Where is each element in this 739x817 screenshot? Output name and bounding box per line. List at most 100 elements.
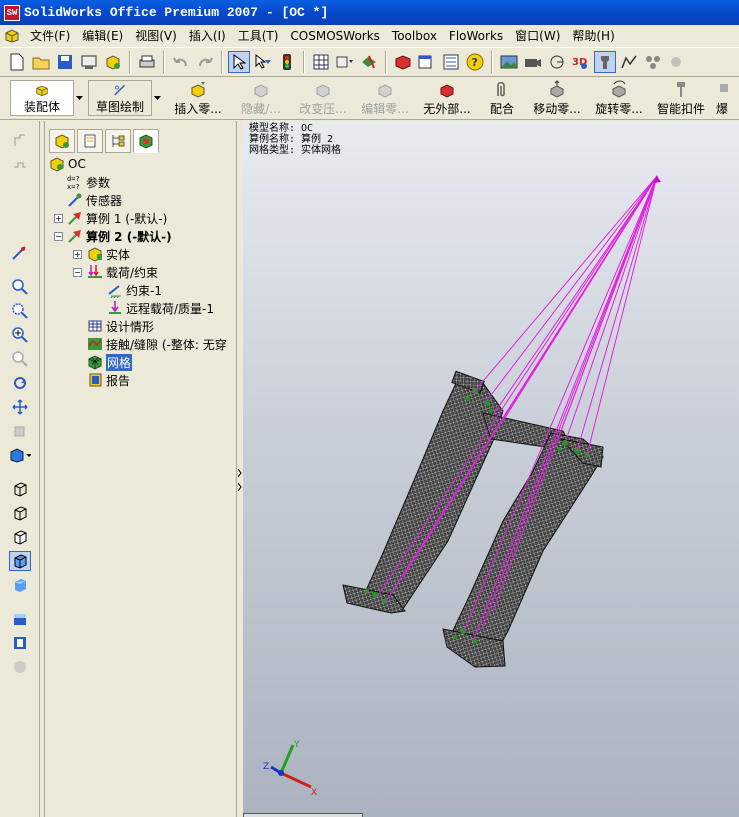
toolbar-separator: [491, 51, 493, 73]
extra-toolbar-icon[interactable]: [666, 51, 688, 73]
study1-expand-icon[interactable]: +: [54, 214, 63, 223]
toolbox-icon[interactable]: [594, 51, 616, 73]
menu-cosmosworks[interactable]: COSMOSWorks: [284, 29, 386, 43]
properties-icon[interactable]: [334, 51, 356, 73]
print-preview-icon[interactable]: [78, 51, 100, 73]
rotate-component-button[interactable]: 旋转零...: [588, 78, 650, 118]
smart-fasteners-button[interactable]: 智能扣件: [650, 78, 712, 118]
make-assembly-icon[interactable]: [102, 51, 124, 73]
no-external-references-button[interactable]: 无外部...: [416, 78, 478, 118]
tree-node-root[interactable]: OC: [49, 155, 86, 173]
insert-component-label: 插入零...: [174, 102, 222, 116]
view-orientation-icon[interactable]: [9, 445, 31, 465]
menu-tools[interactable]: 工具(T): [232, 27, 285, 44]
view-display-mode-icon[interactable]: [9, 633, 31, 653]
hidden-lines-visible-icon[interactable]: [9, 503, 31, 523]
3d-drawing-view-icon[interactable]: [9, 421, 31, 441]
tree-node-study2[interactable]: 算例 2 (-默认-): [67, 227, 172, 245]
contact-gap-icon: [87, 336, 103, 352]
menu-insert[interactable]: 插入(I): [183, 27, 232, 44]
menu-window[interactable]: 窗口(W): [509, 27, 566, 44]
menu-edit[interactable]: 编辑(E): [76, 27, 129, 44]
smart-mates-icon[interactable]: [358, 51, 380, 73]
save-icon[interactable]: [54, 51, 76, 73]
hide-show-button[interactable]: 隐藏/...: [230, 78, 292, 118]
graphics-viewport[interactable]: 模型名称: OC 算例名称: 算例 2 网格类型: 实体网格 X Y Z: [243, 121, 739, 817]
tab-feature-manager[interactable]: [49, 129, 75, 153]
tree-node-design-scenario[interactable]: 设计情形: [87, 317, 154, 335]
redo-icon[interactable]: [194, 51, 216, 73]
shaded-with-edges-icon[interactable]: [8, 551, 31, 571]
undo-icon[interactable]: [170, 51, 192, 73]
menu-floworks[interactable]: FloWorks: [443, 29, 509, 43]
help-icon[interactable]: ?: [464, 51, 486, 73]
exploded-view-button[interactable]: 爆: [712, 78, 732, 118]
3d-instant-website-icon[interactable]: 3D: [570, 51, 592, 73]
standard-views-icon[interactable]: [9, 243, 31, 263]
grid-options-icon[interactable]: [310, 51, 332, 73]
solidworks-logo-icon[interactable]: SW: [4, 4, 20, 21]
change-suppression-button[interactable]: 改变压...: [292, 78, 354, 118]
assembly-tab-button[interactable]: 装配体: [10, 80, 74, 116]
solidworks-menu-icon[interactable]: [4, 28, 20, 43]
rotate-view-icon[interactable]: [9, 373, 31, 393]
realview-icon[interactable]: [9, 657, 31, 677]
tree-node-restraint1[interactable]: 约束-1: [107, 281, 162, 299]
solids-expand-icon[interactable]: +: [73, 250, 82, 259]
tree-node-solids[interactable]: 实体: [87, 245, 130, 263]
cosmos-analysis-icon[interactable]: [618, 51, 640, 73]
move-component-button[interactable]: 移动零...: [526, 78, 588, 118]
tree-node-study1[interactable]: 算例 1 (-默认-): [67, 209, 167, 227]
menu-toolbox[interactable]: Toolbox: [386, 29, 443, 43]
menu-help[interactable]: 帮助(H): [566, 27, 620, 44]
select-arrow-icon[interactable]: [228, 51, 250, 73]
cosmos-study-icon[interactable]: [392, 51, 414, 73]
wireframe-icon[interactable]: [9, 479, 31, 499]
tab-property-manager[interactable]: [77, 129, 103, 153]
photoworks-render-icon[interactable]: [498, 51, 520, 73]
animation-icon[interactable]: [546, 51, 568, 73]
no-external-references-label: 无外部...: [423, 102, 471, 116]
zoom-to-selection-icon[interactable]: [9, 349, 31, 369]
tree-node-loads[interactable]: 载荷/约束: [87, 263, 158, 281]
menu-view[interactable]: 视图(V): [129, 27, 183, 44]
rebuild-traffic-light-icon[interactable]: [276, 51, 298, 73]
shaded-icon[interactable]: [9, 575, 31, 595]
pan-view-icon[interactable]: [9, 397, 31, 417]
select-filter-icon[interactable]: [252, 51, 274, 73]
sketch-tab-button[interactable]: 草图绘制: [88, 80, 152, 116]
loads-collapse-icon[interactable]: −: [73, 268, 82, 277]
view-layout-icon[interactable]: [416, 51, 438, 73]
zoom-to-fit-icon[interactable]: [9, 277, 31, 297]
sketch-dropdown[interactable]: [152, 80, 162, 116]
hidden-lines-removed-icon[interactable]: [9, 527, 31, 547]
design-checker-icon[interactable]: [642, 51, 664, 73]
camera-icon[interactable]: [522, 51, 544, 73]
tree-node-contact[interactable]: 接触/缝隙 (-整体: 无穿: [87, 335, 227, 353]
tree-node-report[interactable]: 报告: [87, 371, 130, 389]
tree-solids-label: 实体: [106, 247, 131, 262]
task-list-icon[interactable]: [440, 51, 462, 73]
tab-configuration-manager[interactable]: [105, 129, 131, 153]
tab-cosmosworks-manager[interactable]: [133, 129, 159, 153]
sketch-step-icon[interactable]: [9, 155, 31, 175]
menu-file[interactable]: 文件(F): [24, 27, 76, 44]
tree-node-params[interactable]: d=? x=? 参数: [67, 173, 110, 191]
section-view-icon[interactable]: [9, 609, 31, 629]
assembly-dropdown[interactable]: [74, 80, 84, 116]
viewport-tab-strip[interactable]: [243, 813, 363, 817]
open-folder-icon[interactable]: [30, 51, 52, 73]
parameters-icon: d=? x=?: [67, 174, 83, 190]
tree-node-mesh[interactable]: 网格: [87, 353, 133, 371]
sketch-relation-icon[interactable]: [9, 131, 31, 151]
new-document-icon[interactable]: [6, 51, 28, 73]
print-icon[interactable]: [136, 51, 158, 73]
tree-node-remote-load[interactable]: 远程载荷/质量-1: [107, 299, 214, 317]
zoom-in-out-icon[interactable]: [9, 325, 31, 345]
edit-component-button[interactable]: 编辑零...: [354, 78, 416, 118]
zoom-to-area-icon[interactable]: [9, 301, 31, 321]
tree-node-sensors[interactable]: 传感器: [67, 191, 122, 209]
mate-button[interactable]: 配合: [478, 78, 526, 118]
insert-component-button[interactable]: 插入零...: [166, 78, 230, 118]
study2-collapse-icon[interactable]: −: [54, 232, 63, 241]
